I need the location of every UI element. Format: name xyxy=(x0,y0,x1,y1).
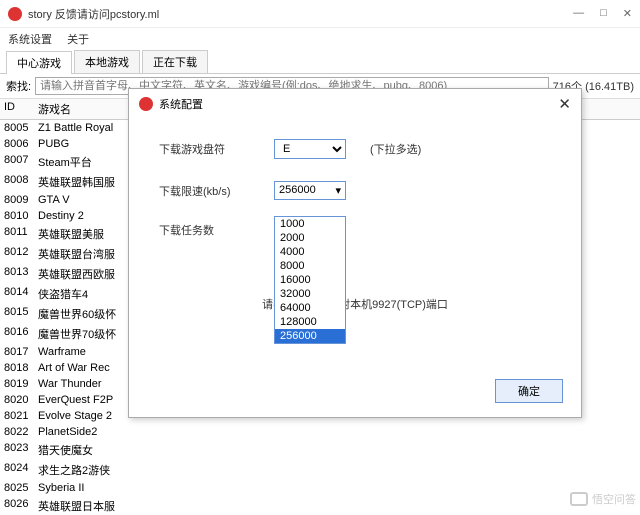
table-row[interactable]: 8023猎天使魔女 xyxy=(0,440,640,460)
speed-dropdown-list: 1000200040008000160003200064000128000256… xyxy=(274,216,346,344)
speed-option[interactable]: 4000 xyxy=(275,245,345,259)
close-button[interactable]: ✕ xyxy=(623,7,632,20)
speed-option[interactable]: 16000 xyxy=(275,273,345,287)
table-row[interactable]: 8024求生之路2游侠 xyxy=(0,460,640,480)
speed-option[interactable]: 128000 xyxy=(275,315,345,329)
speed-option[interactable]: 256000 xyxy=(275,329,345,343)
dialog-title: 系统配置 xyxy=(159,96,558,112)
dialog-icon xyxy=(139,97,153,111)
main-titlebar: story 反馈请访问pcstory.ml — □ ✕ xyxy=(0,0,640,28)
watermark: 悟空问答 xyxy=(570,491,636,507)
ok-button[interactable]: 确定 xyxy=(495,379,563,403)
maximize-button[interactable]: □ xyxy=(600,7,607,20)
chevron-down-icon: ▾ xyxy=(335,184,341,197)
speed-option[interactable]: 2000 xyxy=(275,231,345,245)
table-row[interactable]: 8022PlanetSide2 xyxy=(0,424,640,440)
dialog-close-button[interactable]: ✕ xyxy=(558,95,571,113)
speed-option[interactable]: 8000 xyxy=(275,259,345,273)
tabs-bar: 中心游戏 本地游戏 正在下载 xyxy=(0,50,640,74)
system-config-dialog: 系统配置 ✕ 下载游戏盘符 E (下拉多选) 下载限速(kb/s) 256000… xyxy=(128,88,582,418)
speed-option[interactable]: 32000 xyxy=(275,287,345,301)
label-speed: 下载限速(kb/s) xyxy=(159,183,274,199)
col-id[interactable]: ID xyxy=(0,99,34,119)
search-label: 索找: xyxy=(6,78,31,94)
tab-local[interactable]: 本地游戏 xyxy=(74,50,140,73)
watermark-icon xyxy=(570,492,588,506)
menubar: 系统设置 关于 xyxy=(0,28,640,50)
minimize-button[interactable]: — xyxy=(573,7,584,20)
tab-downloading[interactable]: 正在下载 xyxy=(142,50,208,73)
dialog-titlebar: 系统配置 ✕ xyxy=(129,89,581,119)
menu-settings[interactable]: 系统设置 xyxy=(8,34,52,46)
table-row[interactable]: 8026英雄联盟日本服 xyxy=(0,496,640,515)
disk-hint: (下拉多选) xyxy=(370,141,421,157)
port-note: 请在路由器上映射本机9927(TCP)端口 xyxy=(159,296,551,312)
label-tasks: 下载任务数 xyxy=(159,222,274,238)
speed-option[interactable]: 64000 xyxy=(275,301,345,315)
table-row[interactable]: 8025Syberia II xyxy=(0,480,640,496)
speed-select[interactable]: 256000 ▾ xyxy=(274,181,346,200)
window-title: story 反馈请访问pcstory.ml xyxy=(28,6,573,22)
app-icon xyxy=(8,7,22,21)
tab-center[interactable]: 中心游戏 xyxy=(6,51,72,74)
label-disk: 下载游戏盘符 xyxy=(159,141,274,157)
menu-about[interactable]: 关于 xyxy=(67,34,89,46)
disk-select[interactable]: E xyxy=(274,139,346,159)
speed-option[interactable]: 1000 xyxy=(275,217,345,231)
